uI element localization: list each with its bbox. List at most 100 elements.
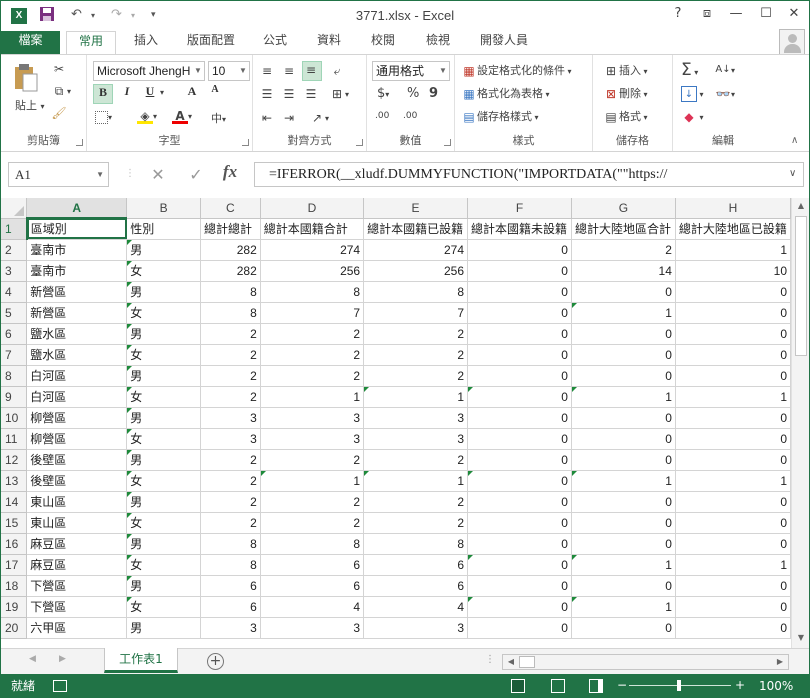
table-cell[interactable]: 女: [126, 302, 201, 324]
table-cell[interactable]: 0: [675, 428, 791, 450]
table-cell[interactable]: 2: [260, 449, 365, 471]
table-cell[interactable]: 3: [260, 617, 365, 639]
table-cell[interactable]: 2: [363, 323, 469, 345]
row-header[interactable]: 15: [1, 512, 28, 534]
table-cell[interactable]: 後壁區: [26, 470, 128, 492]
sheet-next-icon[interactable]: ▶: [59, 654, 66, 664]
table-cell[interactable]: 臺南市: [26, 239, 128, 261]
vertical-scroll-thumb[interactable]: [795, 216, 807, 356]
table-cell[interactable]: 2: [363, 344, 469, 366]
column-header[interactable]: C: [200, 198, 261, 219]
table-cell[interactable]: 0: [571, 491, 676, 513]
font-color-icon[interactable]: A ▾: [172, 108, 192, 124]
row-header[interactable]: 6: [1, 323, 28, 345]
table-cell[interactable]: 10: [675, 260, 791, 282]
column-header[interactable]: F: [467, 198, 572, 219]
table-cell[interactable]: 柳營區: [26, 428, 128, 450]
tab-page-layout[interactable]: 版面配置: [178, 31, 244, 55]
table-cell[interactable]: 0: [467, 470, 572, 492]
row-header[interactable]: 20: [1, 617, 28, 639]
table-cell[interactable]: 女: [126, 344, 201, 366]
row-header[interactable]: 17: [1, 554, 28, 576]
table-cell[interactable]: 1: [675, 470, 791, 492]
table-cell[interactable]: 0: [467, 260, 572, 282]
column-header[interactable]: A: [26, 198, 128, 219]
table-cell[interactable]: 男: [126, 449, 201, 471]
row-header[interactable]: 2: [1, 239, 28, 261]
table-cell[interactable]: 282: [200, 260, 261, 282]
table-cell[interactable]: 0: [675, 302, 791, 324]
user-avatar-icon[interactable]: [779, 29, 805, 55]
header-cell[interactable]: 總計本國籍未設籍: [467, 218, 572, 240]
table-cell[interactable]: 男: [126, 281, 201, 303]
clear-button[interactable]: ◆ ▾: [681, 109, 703, 125]
table-cell[interactable]: 0: [467, 512, 572, 534]
tab-formulas[interactable]: 公式: [255, 31, 295, 55]
table-cell[interactable]: 4: [363, 596, 469, 618]
table-cell[interactable]: 0: [675, 365, 791, 387]
header-cell[interactable]: 性別: [126, 218, 201, 240]
table-cell[interactable]: 男: [126, 239, 201, 261]
table-cell[interactable]: 256: [260, 260, 365, 282]
table-cell[interactable]: 2: [260, 323, 365, 345]
row-header[interactable]: 5: [1, 302, 28, 324]
bold-button[interactable]: B: [93, 84, 113, 104]
table-cell[interactable]: 0: [571, 281, 676, 303]
borders-icon[interactable]: ▾: [95, 110, 112, 124]
table-cell[interactable]: 4: [260, 596, 365, 618]
table-cell[interactable]: 2: [200, 449, 261, 471]
table-cell[interactable]: 臺南市: [26, 260, 128, 282]
horizontal-scroll-thumb[interactable]: [519, 656, 535, 668]
close-button[interactable]: ✕: [782, 6, 806, 26]
format-painter-icon[interactable]: 🖌: [51, 105, 67, 121]
header-cell[interactable]: 總計大陸地區合計: [571, 218, 676, 240]
sort-filter-button[interactable]: A↓▾: [715, 62, 735, 78]
cell-styles-button[interactable]: ▤ 儲存格樣式 ▾: [461, 108, 538, 125]
collapse-ribbon-icon[interactable]: ∧: [791, 135, 798, 146]
table-cell[interactable]: 2: [363, 365, 469, 387]
table-cell[interactable]: 6: [200, 575, 261, 597]
increase-decimal-button[interactable]: .00: [375, 111, 389, 121]
table-cell[interactable]: 8: [200, 302, 261, 324]
table-cell[interactable]: 東山區: [26, 512, 128, 534]
align-right-icon[interactable]: ☰: [303, 86, 319, 102]
table-cell[interactable]: 麻豆區: [26, 533, 128, 555]
table-cell[interactable]: 3: [260, 428, 365, 450]
table-cell[interactable]: 2: [200, 491, 261, 513]
table-cell[interactable]: 男: [126, 575, 201, 597]
table-cell[interactable]: 六甲區: [26, 617, 128, 639]
table-cell[interactable]: 7: [260, 302, 365, 324]
underline-dropdown-icon[interactable]: ▾: [160, 88, 164, 97]
restore-button[interactable]: ☐: [754, 6, 778, 26]
table-cell[interactable]: 8: [200, 281, 261, 303]
table-cell[interactable]: 1: [363, 386, 469, 408]
increase-indent-icon[interactable]: ⇥: [281, 110, 297, 126]
table-cell[interactable]: 1: [675, 239, 791, 261]
table-cell[interactable]: 0: [571, 428, 676, 450]
paste-icon[interactable]: [13, 63, 39, 96]
table-cell[interactable]: 8: [260, 281, 365, 303]
conditional-formatting-button[interactable]: ▦ 設定格式化的條件 ▾: [461, 62, 571, 79]
table-cell[interactable]: 6: [200, 596, 261, 618]
table-cell[interactable]: 0: [467, 239, 572, 261]
table-cell[interactable]: 0: [467, 344, 572, 366]
minimize-button[interactable]: —: [724, 6, 748, 26]
table-cell[interactable]: 0: [675, 449, 791, 471]
table-cell[interactable]: 1: [571, 596, 676, 618]
paste-button[interactable]: 貼上 ▾: [15, 97, 45, 113]
table-cell[interactable]: 3: [200, 428, 261, 450]
table-cell[interactable]: 新營區: [26, 281, 128, 303]
column-header[interactable]: G: [571, 198, 676, 219]
autosum-button[interactable]: Σ ▾: [681, 60, 698, 80]
table-cell[interactable]: 0: [675, 512, 791, 534]
table-cell[interactable]: 1: [675, 554, 791, 576]
expand-formula-bar-icon[interactable]: ∨: [789, 168, 796, 179]
decrease-decimal-button[interactable]: .00: [403, 111, 417, 121]
table-cell[interactable]: 1: [571, 470, 676, 492]
table-cell[interactable]: 女: [126, 554, 201, 576]
percent-style-button[interactable]: %: [407, 86, 419, 101]
table-cell[interactable]: 14: [571, 260, 676, 282]
zoom-slider-thumb[interactable]: [677, 680, 681, 691]
table-cell[interactable]: 0: [571, 617, 676, 639]
table-cell[interactable]: 0: [467, 302, 572, 324]
